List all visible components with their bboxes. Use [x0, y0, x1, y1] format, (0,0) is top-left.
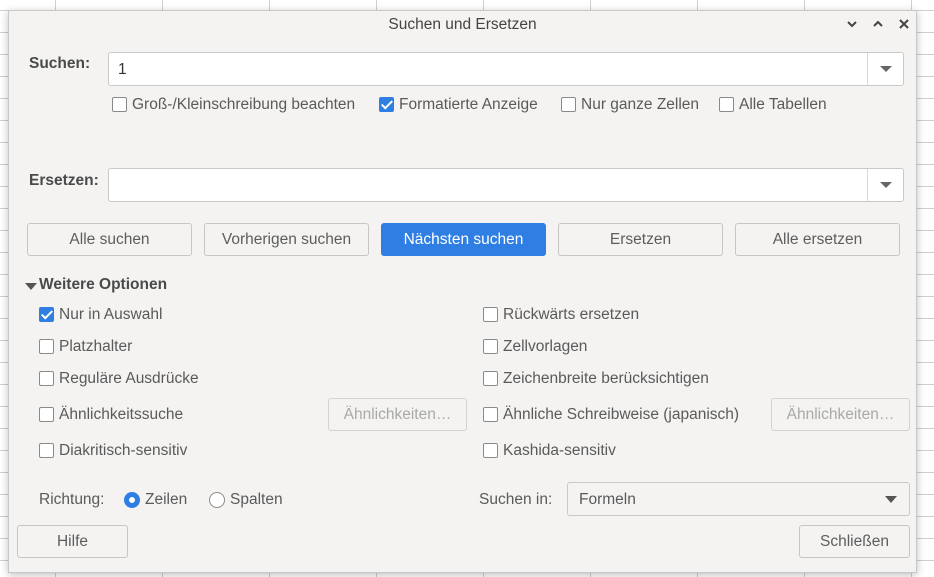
search-in-label: Suchen in:: [479, 491, 553, 508]
replace-backwards-checkbox[interactable]: [483, 307, 498, 322]
search-value: 1: [118, 61, 127, 78]
all-sheets-label: Alle Tabellen: [739, 96, 827, 113]
wildcards-label: Platzhalter: [59, 338, 133, 355]
direction-columns-radio[interactable]: [209, 492, 225, 508]
search-history-dropdown[interactable]: [867, 53, 903, 85]
find-previous-button[interactable]: Vorherigen suchen: [204, 223, 369, 256]
search-in-value: Formeln: [579, 491, 636, 508]
char-width-label: Zeichenbreite berücksichtigen: [503, 370, 709, 387]
replace-label: Ersetzen:: [29, 172, 99, 189]
window-title: Suchen und Ersetzen: [388, 16, 537, 33]
selection-only-checkbox[interactable]: [39, 307, 54, 322]
minimize-icon[interactable]: [842, 15, 862, 35]
maximize-icon[interactable]: [868, 15, 888, 35]
cell-styles-checkbox[interactable]: [483, 339, 498, 354]
chevron-down-icon: [880, 182, 892, 188]
japanese-settings-button[interactable]: Ähnlichkeiten…: [771, 398, 910, 431]
regex-label: Reguläre Ausdrücke: [59, 370, 199, 387]
search-in-select[interactable]: Formeln: [567, 482, 910, 516]
direction-label: Richtung:: [39, 491, 105, 508]
replace-history-dropdown[interactable]: [867, 169, 903, 201]
selection-only-label: Nur in Auswahl: [59, 306, 163, 323]
more-options-expander[interactable]: Weitere Optionen: [39, 276, 167, 294]
wildcards-checkbox[interactable]: [39, 339, 54, 354]
kashida-sensitive-checkbox[interactable]: [483, 443, 498, 458]
search-input[interactable]: 1: [108, 52, 904, 86]
similarity-settings-button[interactable]: Ähnlichkeiten…: [328, 398, 467, 431]
find-all-button[interactable]: Alle suchen: [27, 223, 192, 256]
help-button[interactable]: Hilfe: [17, 525, 128, 558]
kashida-sensitive-label: Kashida-sensitiv: [503, 442, 616, 459]
find-replace-dialog: Suchen und Ersetzen Suchen: 1 Groß-/Klei…: [8, 10, 917, 573]
chevron-down-icon: [885, 496, 897, 503]
replace-input[interactable]: [108, 168, 904, 202]
char-width-checkbox[interactable]: [483, 371, 498, 386]
search-label: Suchen:: [29, 55, 91, 72]
match-case-checkbox[interactable]: [112, 97, 127, 112]
entire-cells-checkbox[interactable]: [561, 97, 576, 112]
formatted-display-checkbox[interactable]: [379, 97, 394, 112]
direction-rows-label: Zeilen: [145, 491, 188, 508]
replace-all-button[interactable]: Alle ersetzen: [735, 223, 900, 256]
find-next-button[interactable]: Nächsten suchen: [381, 223, 546, 256]
diacritic-sensitive-checkbox[interactable]: [39, 443, 54, 458]
similarity-search-label: Ähnlichkeitssuche: [59, 406, 184, 423]
cell-styles-label: Zellvorlagen: [503, 338, 588, 355]
match-case-label: Groß-/Kleinschreibung beachten: [132, 96, 356, 113]
similarity-search-checkbox[interactable]: [39, 407, 54, 422]
replace-backwards-label: Rückwärts ersetzen: [503, 306, 640, 323]
all-sheets-checkbox[interactable]: [719, 97, 734, 112]
expander-triangle-icon[interactable]: [25, 283, 37, 290]
direction-columns-label: Spalten: [230, 491, 283, 508]
diacritic-sensitive-label: Diakritisch-sensitiv: [59, 442, 188, 459]
direction-rows-radio[interactable]: [124, 492, 140, 508]
title-bar[interactable]: Suchen und Ersetzen: [9, 11, 916, 39]
regex-checkbox[interactable]: [39, 371, 54, 386]
japanese-sounds-like-label: Ähnliche Schreibweise (japanisch): [503, 406, 740, 423]
close-button[interactable]: Schließen: [799, 525, 910, 558]
japanese-sounds-like-checkbox[interactable]: [483, 407, 498, 422]
replace-button[interactable]: Ersetzen: [558, 223, 723, 256]
entire-cells-label: Nur ganze Zellen: [581, 96, 700, 113]
close-icon[interactable]: [894, 15, 914, 35]
formatted-display-label: Formatierte Anzeige: [399, 96, 538, 113]
chevron-down-icon: [880, 66, 892, 72]
